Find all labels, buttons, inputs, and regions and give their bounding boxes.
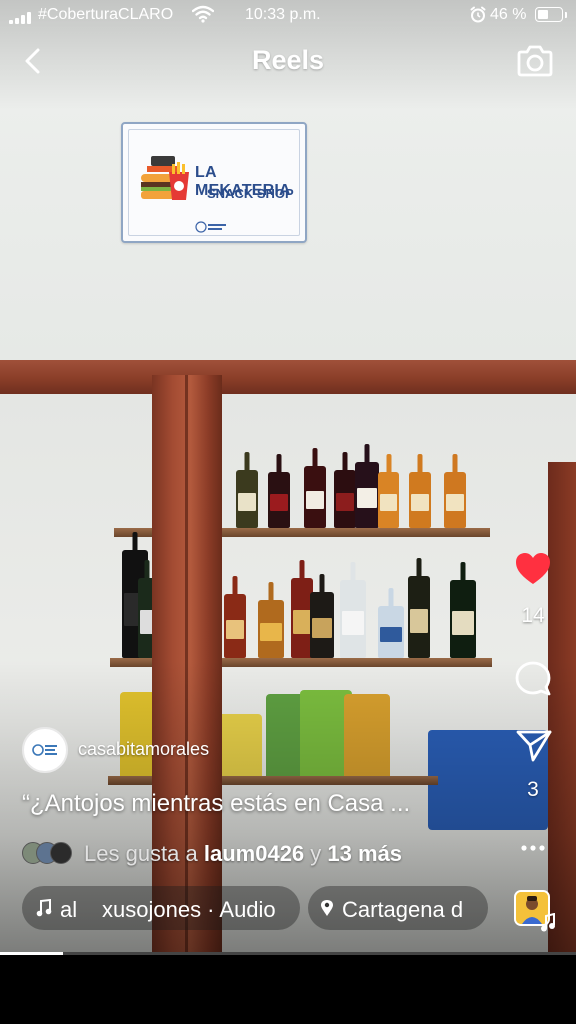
music-note-icon: [36, 899, 52, 917]
location-pill[interactable]: Cartagena d: [308, 886, 488, 930]
audio-text: xusojones · Audio: [102, 897, 276, 922]
share-icon[interactable]: [515, 727, 553, 763]
likes-prefix: Les gusta a: [84, 841, 198, 866]
clock: 10:33 p.m.: [245, 6, 321, 23]
likes-user[interactable]: laum0426: [204, 841, 304, 866]
comment-icon[interactable]: [514, 659, 552, 697]
casa-bita-logo-icon: [195, 221, 226, 233]
page-title: Reels: [251, 45, 325, 75]
like-count: 14: [521, 604, 545, 627]
shop-sign: LA MEKATERIA SNACK SHOP: [121, 122, 307, 243]
carrier-name: #CoberturaCLARO: [38, 6, 174, 23]
sign-subtitle: SNACK SHOP: [207, 186, 294, 201]
username[interactable]: casabitamorales: [78, 739, 209, 760]
likes-others[interactable]: 13 más: [327, 841, 402, 866]
battery-percent: 46 %: [490, 6, 527, 23]
location-text: Cartagena d: [342, 897, 464, 922]
location-pin-icon: [321, 900, 333, 916]
avatar: [50, 842, 72, 864]
avatar[interactable]: [22, 727, 68, 773]
status-bar: #CoberturaCLARO 10:33 p.m. 46 %: [0, 0, 576, 32]
share-count: 3: [527, 778, 539, 801]
audio-pill[interactable]: al xusojones · Audio: [22, 886, 300, 930]
casa-bita-logo-icon: [25, 730, 65, 770]
battery-icon: [535, 7, 563, 22]
likes-connector: y: [310, 841, 322, 866]
more-icon[interactable]: [520, 843, 546, 853]
food-logo-icon: [141, 156, 189, 200]
wood-beam: [0, 360, 576, 394]
signal-icon: [9, 12, 33, 24]
liker-avatars[interactable]: [22, 842, 78, 864]
heart-icon[interactable]: [514, 551, 552, 587]
music-note-icon: [541, 913, 555, 932]
caption[interactable]: “¿Antojos mientras estás en Casa ...: [22, 790, 410, 818]
camera-icon[interactable]: [516, 43, 554, 79]
likes-summary[interactable]: Les gusta a laum0426 y 13 más: [84, 841, 402, 867]
alarm-icon: [470, 6, 486, 23]
audio-text-start: al: [60, 897, 78, 922]
wifi-icon: [192, 5, 214, 23]
